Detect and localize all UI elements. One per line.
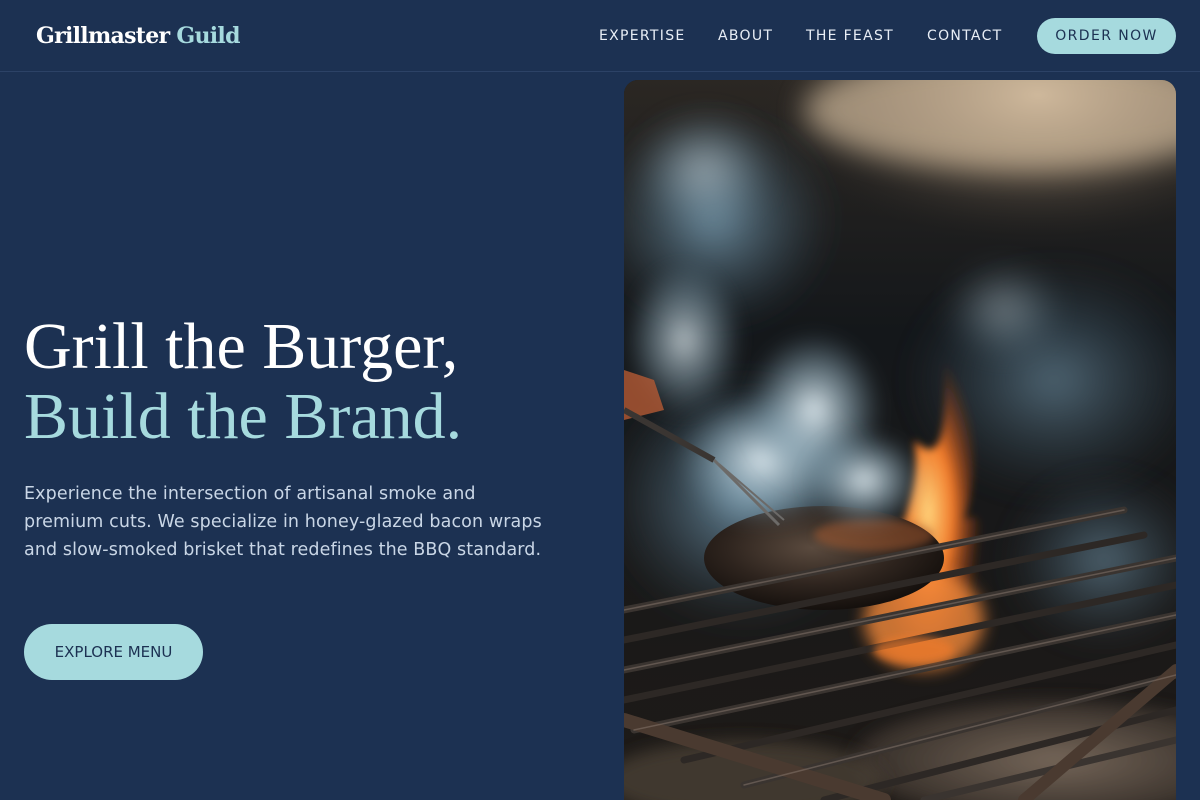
nav-link-about[interactable]: ABOUT xyxy=(718,24,773,48)
grill-burger-illustration xyxy=(624,80,1176,800)
explore-menu-button[interactable]: EXPLORE MENU xyxy=(24,624,203,680)
top-navbar: Grillmaster Guild EXPERTISE ABOUT THE FE… xyxy=(0,0,1200,72)
hero-title-line1: Grill the Burger, xyxy=(24,310,459,383)
brand-name-part1: Grillmaster xyxy=(36,23,170,49)
hero-title: Grill the Burger, Build the Brand. xyxy=(24,312,462,452)
nav-link-expertise[interactable]: EXPERTISE xyxy=(599,24,686,48)
brand-logo[interactable]: Grillmaster Guild xyxy=(36,21,240,51)
nav-link-the-feast[interactable]: THE FEAST xyxy=(806,24,894,48)
hero-grill-image xyxy=(624,80,1176,800)
nav-link-contact[interactable]: CONTACT xyxy=(927,24,1003,48)
hero-description: Experience the intersection of artisanal… xyxy=(24,484,542,560)
order-now-button[interactable]: ORDER NOW xyxy=(1037,18,1176,54)
hero-title-line2: Build the Brand. xyxy=(24,380,463,453)
brand-name-part2: Guild xyxy=(176,23,240,49)
